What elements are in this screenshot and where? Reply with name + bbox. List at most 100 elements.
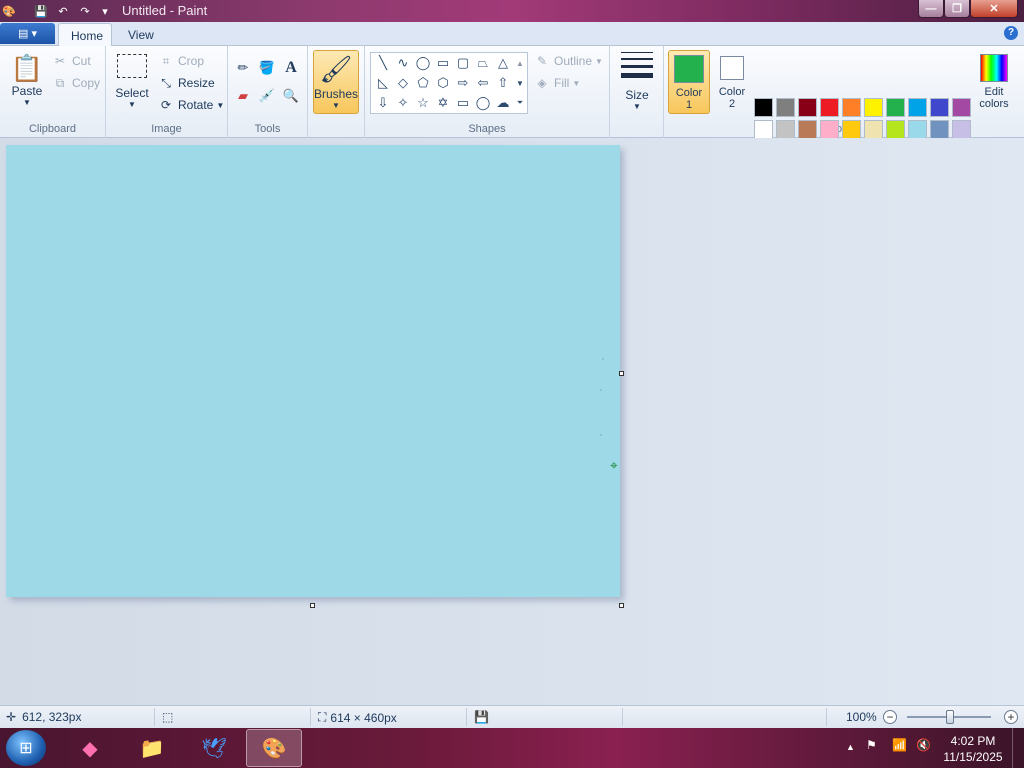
palette-swatch[interactable] (952, 120, 971, 139)
zoom-out-button[interactable]: − (883, 710, 897, 724)
tab-view[interactable]: View (116, 23, 166, 46)
brushes-button[interactable]: 🖌 Brushes ▼ (313, 50, 359, 114)
pencil-icon[interactable]: ✏ (232, 58, 254, 78)
fill-bucket-icon[interactable]: 🪣 (256, 58, 278, 78)
scroll-up-icon[interactable]: ▲ (513, 53, 527, 73)
copy-button[interactable]: ⧉ Copy (52, 74, 100, 92)
palette-swatch[interactable] (798, 120, 817, 139)
oval-callout-shape-icon[interactable]: ◯ (473, 93, 493, 113)
minimize-button[interactable]: — (918, 0, 944, 18)
crosshair-cursor-icon: ⌖ (610, 457, 618, 473)
palette-swatch[interactable] (776, 120, 795, 139)
outline-button[interactable]: ✎ Outline ▼ (534, 52, 603, 70)
canvas-workspace[interactable]: ⌖ (0, 138, 1024, 705)
palette-swatch[interactable] (908, 98, 927, 117)
palette-swatch[interactable] (754, 98, 773, 117)
left-arrow-shape-icon[interactable]: ⇦ (473, 73, 493, 93)
undo-icon[interactable]: ↶ (54, 2, 72, 20)
tools-group: ✏ 🪣 A ▰ 💉 🔍 Tools (228, 46, 308, 138)
save-icon[interactable]: 💾 (32, 2, 50, 20)
zoom-slider-thumb[interactable] (946, 710, 954, 724)
rounded-rectangle-shape-icon[interactable]: ▢ (453, 53, 473, 73)
tab-home[interactable]: Home (58, 23, 112, 46)
cloud-callout-shape-icon[interactable]: ☁ (493, 93, 513, 113)
up-arrow-shape-icon[interactable]: ⇧ (493, 73, 513, 93)
taskbar-explorer[interactable]: 📁 (124, 729, 180, 767)
scroll-down-icon[interactable]: ▼ (513, 73, 527, 93)
paint-app-icon[interactable]: 🎨 (0, 2, 18, 20)
show-hidden-icons-icon[interactable]: ▲ (846, 742, 855, 752)
drawing-canvas[interactable] (6, 145, 620, 597)
network-icon[interactable]: 📶 (892, 738, 907, 752)
taskbar-app-bird[interactable]: 🕊 (186, 729, 242, 767)
rotate-button[interactable]: ⟳ Rotate ▼ (158, 96, 224, 114)
hexagon-shape-icon[interactable]: ⬡ (433, 73, 453, 93)
size-button[interactable]: Size ▼ (618, 52, 656, 111)
show-desktop-button[interactable] (1012, 728, 1024, 768)
taskbar-app-pinkapp[interactable]: ◆ (62, 729, 118, 767)
expand-gallery-icon[interactable]: ⏷ (513, 93, 527, 113)
palette-swatch[interactable] (952, 98, 971, 117)
palette-swatch[interactable] (864, 98, 883, 117)
palette-swatch[interactable] (820, 98, 839, 117)
help-icon[interactable]: ? (1004, 26, 1018, 40)
palette-swatch[interactable] (820, 120, 839, 139)
right-triangle-shape-icon[interactable]: ◺ (373, 73, 393, 93)
taskbar-paint[interactable]: 🎨 (246, 729, 302, 767)
paint-menu-button[interactable]: ▤ ▾ (0, 23, 55, 44)
action-center-flag-icon[interactable]: ⚑ (866, 738, 877, 752)
palette-swatch[interactable] (930, 98, 949, 117)
palette-swatch[interactable] (798, 98, 817, 117)
magnifier-icon[interactable]: 🔍 (280, 86, 302, 106)
rounded-callout-shape-icon[interactable]: ▭ (453, 93, 473, 113)
paste-button[interactable]: 📋 Paste ▼ (8, 52, 46, 107)
palette-swatch[interactable] (754, 120, 773, 139)
scissors-icon: ✂ (54, 54, 66, 68)
right-arrow-shape-icon[interactable]: ⇨ (453, 73, 473, 93)
customize-qat-icon[interactable]: ▾ (96, 2, 114, 20)
cut-button[interactable]: ✂ Cut (52, 52, 91, 70)
four-point-star-shape-icon[interactable]: ✧ (393, 93, 413, 113)
color1-button[interactable]: Color 1 (668, 50, 710, 114)
redo-icon[interactable]: ↷ (76, 2, 94, 20)
palette-swatch[interactable] (886, 120, 905, 139)
zoom-in-button[interactable]: + (1004, 710, 1018, 724)
palette-swatch[interactable] (864, 120, 883, 139)
pentagon-shape-icon[interactable]: ⬠ (413, 73, 433, 93)
curve-shape-icon[interactable]: ∿ (393, 53, 413, 73)
triangle-shape-icon[interactable]: △ (493, 53, 513, 73)
color-picker-icon[interactable]: 💉 (256, 86, 278, 106)
resize-handle-bottom[interactable] (310, 603, 315, 608)
six-point-star-shape-icon[interactable]: ✡ (433, 93, 453, 113)
palette-swatch[interactable] (930, 120, 949, 139)
down-arrow-shape-icon[interactable]: ⇩ (373, 93, 393, 113)
resize-handle-corner[interactable] (619, 603, 624, 608)
close-button[interactable]: ✕ (970, 0, 1018, 18)
start-button[interactable]: ⊞ (6, 730, 46, 766)
five-point-star-shape-icon[interactable]: ☆ (413, 93, 433, 113)
diamond-shape-icon[interactable]: ◇ (393, 73, 413, 93)
image-group-label: Image (151, 123, 182, 135)
palette-swatch[interactable] (908, 120, 927, 139)
restore-button[interactable]: ❐ (944, 0, 970, 18)
palette-swatch[interactable] (842, 120, 861, 139)
select-button[interactable]: Select ▼ (112, 54, 152, 109)
volume-muted-icon[interactable]: 🔇 (916, 738, 931, 752)
resize-handle-right[interactable] (619, 371, 624, 376)
fill-button[interactable]: ◈ Fill ▼ (534, 74, 580, 92)
palette-swatch[interactable] (776, 98, 795, 117)
polygon-shape-icon[interactable]: ⏢ (473, 53, 493, 73)
resize-button[interactable]: ⤡ Resize (158, 74, 215, 92)
oval-shape-icon[interactable]: ◯ (413, 53, 433, 73)
palette-swatch[interactable] (842, 98, 861, 117)
crop-button[interactable]: ⌗ Crop (158, 52, 204, 70)
taskbar-clock[interactable]: 4:02 PM 11/15/2025 (938, 733, 1008, 765)
palette-swatch[interactable] (886, 98, 905, 117)
eraser-icon[interactable]: ▰ (232, 86, 254, 106)
line-shape-icon[interactable]: ╲ (373, 53, 393, 73)
rectangle-shape-icon[interactable]: ▭ (433, 53, 453, 73)
color2-button[interactable]: Color 2 (711, 50, 753, 114)
edit-colors-button[interactable]: Edit colors (974, 50, 1014, 114)
text-tool-icon[interactable]: A (280, 58, 302, 78)
folder-icon: 📁 (139, 737, 165, 760)
